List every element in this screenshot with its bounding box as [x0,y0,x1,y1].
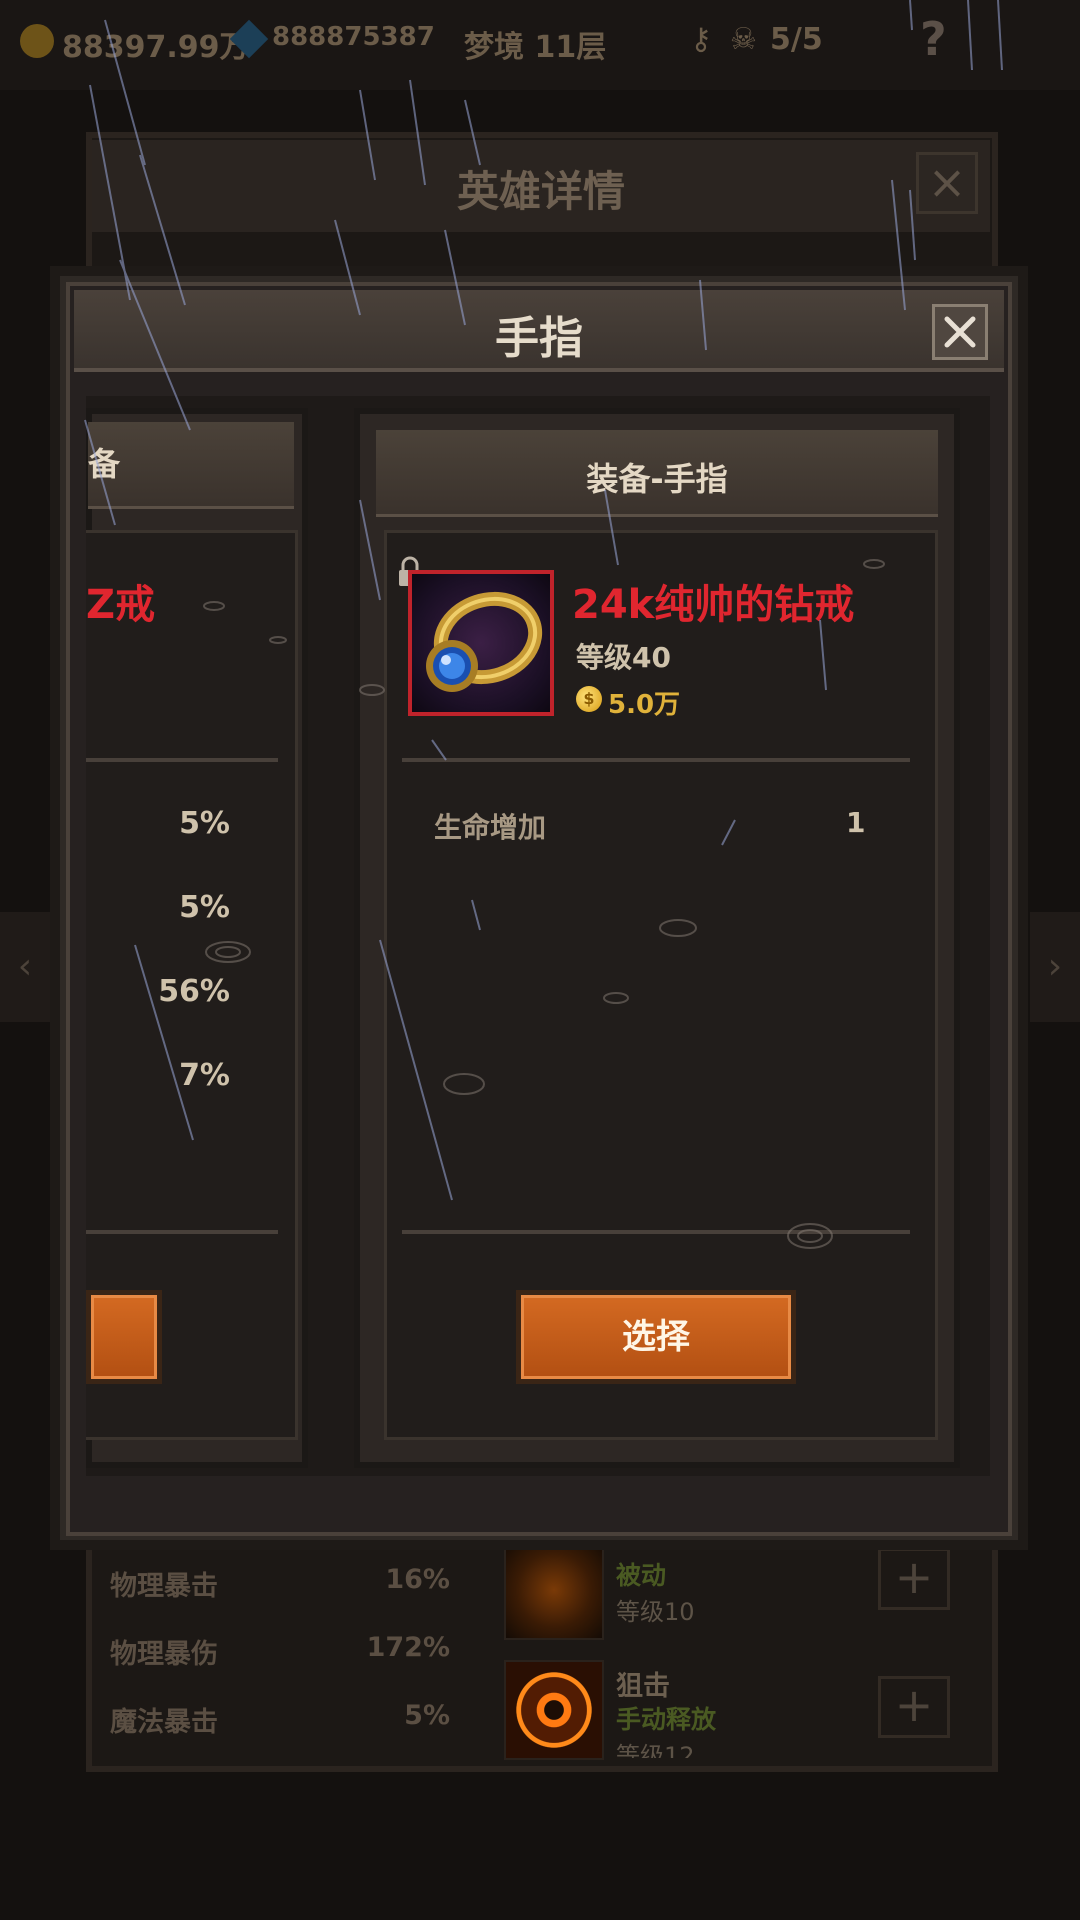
close-button[interactable] [932,304,988,360]
stat-value: 56% [158,974,230,1009]
hero-skills-list: 被动 等级10 + 狙击 手动释放 等级12 + [482,1540,992,1762]
select-button-left[interactable] [86,1290,162,1384]
stat-value: 5% [179,806,230,841]
next-hero-arrow-icon[interactable]: › [1030,912,1080,1022]
skill-type: 被动 [616,1561,667,1590]
select-button[interactable]: 选择 [516,1290,796,1384]
stat-row: 魔法暴击 5% [110,1700,450,1738]
popup-title: 手指 [495,313,583,364]
close-icon [944,316,976,348]
divider [402,1230,910,1234]
skill-name: 狙击 [616,1671,670,1702]
item-name-left: Z戒 [86,582,156,628]
skill-level: 等级12 [616,1742,695,1758]
attribute-label: 生命增加 [434,811,547,844]
divider [402,758,910,762]
item-price: 5.0万 [608,690,681,720]
gear-skill-icon [504,1540,604,1640]
key-icon: ⚷ [690,22,712,57]
gold-amount: 88397.99万 [62,30,250,65]
help-button[interactable]: ? [920,12,947,66]
item-level: 等级40 [576,641,671,674]
hero-stats-list: 物理暴击 16% 物理暴伤 172% 魔法暴击 5% [92,1540,468,1762]
item-slot[interactable] [408,570,554,716]
skull-icon: ☠ [730,22,757,57]
upgrade-skill-button[interactable]: + [878,1548,950,1610]
upgrade-skill-button[interactable]: + [878,1676,950,1738]
gem-amount: 888875387 [272,22,435,52]
attribute-value: 1 [846,806,866,839]
status-bar: 88397.99万 888875387 梦境 11层 ⚷ ☠ 5/5 ? [0,0,1080,90]
card-header-label: 装备-手指 [586,460,728,498]
hero-detail-title: 英雄详情 [456,167,625,216]
dungeon-floor: 梦境 11层 [464,30,607,65]
stat-row: 物理暴击 16% [110,1564,450,1602]
stat-value: 5% [179,890,230,925]
card-header: 备 [88,422,294,509]
stat-row: 物理暴伤 172% [110,1632,450,1670]
card-header-label: 备 [88,445,121,483]
divider [86,1230,278,1234]
left-stat-values: 5% 5% 56% 7% [96,806,230,1106]
divider [86,758,278,762]
hero-detail-close-button[interactable]: × [916,152,978,214]
gold-coin-icon [20,24,54,58]
ring-icon [426,591,543,692]
crosshair-skill-icon [504,1660,604,1760]
skull-count: 5/5 [770,22,823,57]
skill-type: 手动释放 [616,1705,717,1734]
item-name: 24k纯帅的钻戒 [572,582,855,628]
gold-coin-icon: $ [576,686,602,712]
skill-level: 等级10 [616,1598,695,1626]
stat-value: 7% [179,1058,230,1093]
prev-hero-arrow-icon[interactable]: ‹ [0,912,50,1022]
